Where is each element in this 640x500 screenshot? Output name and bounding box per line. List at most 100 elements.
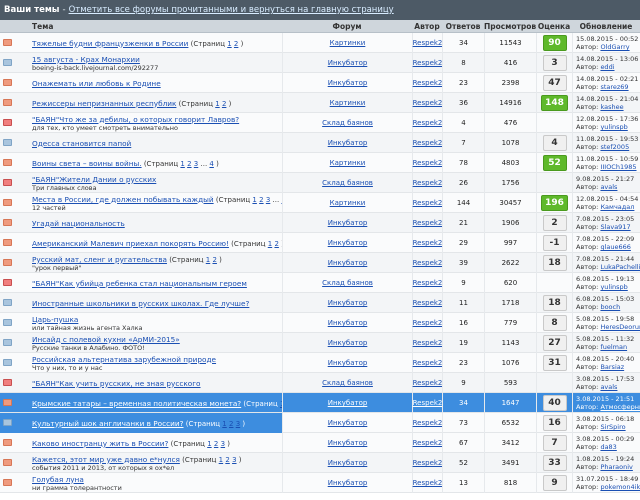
mark-all-read-link[interactable]: Отметить все форумы прочитанными и верну… xyxy=(69,5,394,15)
last-poster-link[interactable]: booch xyxy=(600,303,620,311)
author-link[interactable]: Respek2 xyxy=(413,259,443,267)
forum-link[interactable]: Картинки xyxy=(330,99,366,107)
last-poster-link[interactable]: Slava917 xyxy=(600,223,630,231)
author-link[interactable]: Respek2 xyxy=(413,139,443,147)
table-row[interactable]: Иностранные школьники в русских школах. … xyxy=(0,293,640,313)
table-row[interactable]: Режиссеры непризнанных республик (Страни… xyxy=(0,93,640,113)
page-link[interactable]: 3 xyxy=(221,440,225,448)
last-poster-link[interactable]: avals xyxy=(600,183,617,191)
page-link[interactable]: 1 xyxy=(219,456,223,464)
author-link[interactable]: Respek2 xyxy=(413,379,443,387)
author-link[interactable]: Respek2 xyxy=(413,279,443,287)
page-link[interactable]: 2 xyxy=(234,40,238,48)
last-poster-link[interactable]: starez69 xyxy=(600,83,628,91)
page-link[interactable]: 2 xyxy=(274,240,278,248)
topic-link[interactable]: 15 августа - Крах Монархии xyxy=(32,55,140,64)
last-poster-link[interactable]: Камчадал xyxy=(600,203,634,211)
forum-link[interactable]: Инкубатор xyxy=(328,479,368,487)
author-link[interactable]: Respek2 xyxy=(413,159,443,167)
topic-link[interactable]: "БАЯН"Как убийца ребенка стал национальн… xyxy=(32,279,247,288)
author-link[interactable]: Respek2 xyxy=(413,359,443,367)
page-link[interactable]: 2 xyxy=(212,256,216,264)
forum-link[interactable]: Склад баянов xyxy=(322,279,373,287)
last-poster-link[interactable]: Атмосферный xyxy=(600,403,640,411)
page-link[interactable]: 2 xyxy=(259,196,263,204)
author-link[interactable]: Respek2 xyxy=(413,459,443,467)
table-row[interactable]: Российская альтернатива зарубежной приро… xyxy=(0,353,640,373)
page-link[interactable]: 3 xyxy=(266,196,270,204)
page-link[interactable]: 3 xyxy=(194,160,198,168)
topic-link[interactable]: "БАЯН"Что же за дебилы, о которых говори… xyxy=(32,115,239,124)
page-link[interactable]: 1 xyxy=(180,160,184,168)
table-row[interactable]: 15 августа - Крах Монархии boeing-is-back… xyxy=(0,53,640,73)
topic-link[interactable]: Американский Малевич приехал покорять Ро… xyxy=(32,239,229,248)
last-poster-link[interactable]: yulinspb xyxy=(600,283,627,291)
author-link[interactable]: Respek2 xyxy=(413,479,443,487)
forum-link[interactable]: Инкубатор xyxy=(328,59,368,67)
page-link[interactable]: 4 xyxy=(209,160,213,168)
topic-link[interactable]: Режиссеры непризнанных республик xyxy=(32,99,176,108)
topic-link[interactable]: Места в России, где должен побывать кажд… xyxy=(32,195,214,204)
topic-link[interactable]: Кажется, этот мир уже давно е*нулся xyxy=(32,455,180,464)
topic-link[interactable]: Крымские татары – временная политическая… xyxy=(32,399,241,408)
page-link[interactable]: 1 xyxy=(268,240,272,248)
author-link[interactable]: Respek2 xyxy=(413,199,443,207)
topic-link[interactable]: Воины света – воины войны. xyxy=(32,159,142,168)
last-poster-link[interactable]: OldGarry xyxy=(600,43,629,51)
table-row[interactable]: Инсайд с полевой кухни «АрМИ-2015» Русски… xyxy=(0,333,640,353)
author-link[interactable]: Respek2 xyxy=(413,219,443,227)
topic-link[interactable]: "БАЯН"Как учить русских, не зная русског… xyxy=(32,379,201,388)
forum-link[interactable]: Картинки xyxy=(330,159,366,167)
author-link[interactable]: Respek2 xyxy=(413,399,443,407)
last-poster-link[interactable]: SirSpiro xyxy=(600,423,625,431)
author-link[interactable]: Respek2 xyxy=(413,439,443,447)
last-poster-link[interactable]: pokemon4ik xyxy=(600,483,640,491)
forum-link[interactable]: Инкубатор xyxy=(328,439,368,447)
page-link[interactable]: 1 xyxy=(222,420,226,428)
author-link[interactable]: Respek2 xyxy=(413,39,443,47)
last-poster-link[interactable]: yulinspb xyxy=(600,123,627,131)
topic-link[interactable]: Одесса становится папой xyxy=(32,139,131,148)
last-poster-link[interactable]: kashee xyxy=(600,103,623,111)
last-poster-link[interactable]: Barsiaz xyxy=(600,363,624,371)
forum-link[interactable]: Картинки xyxy=(330,39,366,47)
forum-link[interactable]: Инкубатор xyxy=(328,79,368,87)
topic-link[interactable]: Угадай национальность xyxy=(32,219,125,228)
table-row[interactable]: Русский мат, сленг и ругательства (Стран… xyxy=(0,253,640,273)
last-poster-link[interactable]: avals xyxy=(600,383,617,391)
table-row[interactable]: Крымские татары – временная политическая… xyxy=(0,393,640,413)
topic-link[interactable]: Российская альтернатива зарубежной приро… xyxy=(32,355,216,364)
author-link[interactable]: Respek2 xyxy=(413,419,443,427)
forum-link[interactable]: Инкубатор xyxy=(328,139,368,147)
table-row[interactable]: Онажемать или любовь к Родине Инкубатор Re… xyxy=(0,73,640,93)
topic-link[interactable]: Онажемать или любовь к Родине xyxy=(32,79,161,88)
topic-link[interactable]: Инсайд с полевой кухни «АрМИ-2015» xyxy=(32,335,180,344)
page-link[interactable]: 2 xyxy=(222,100,226,108)
forum-link[interactable]: Картинки xyxy=(330,199,366,207)
table-row[interactable]: Культурный шок англичанки в России? (Стр… xyxy=(0,413,640,433)
last-poster-link[interactable]: HeresDeorum xyxy=(600,323,640,331)
forum-link[interactable]: Инкубатор xyxy=(328,339,368,347)
topic-link[interactable]: Каково иностранцу жить в России? xyxy=(32,439,168,448)
forum-link[interactable]: Склад баянов xyxy=(322,379,373,387)
last-poster-link[interactable]: glaue666 xyxy=(600,243,630,251)
page-link[interactable]: 1 xyxy=(207,440,211,448)
header-author[interactable]: Автор xyxy=(412,22,442,31)
table-row[interactable]: Каково иностранцу жить в России? (Страни… xyxy=(0,433,640,453)
author-link[interactable]: Respek2 xyxy=(413,179,443,187)
author-link[interactable]: Respek2 xyxy=(413,99,443,107)
table-row[interactable]: Царь-пушка или тайная жизнь агента Халка И… xyxy=(0,313,640,333)
table-row[interactable]: Тяжелые будни французженки в России (Стр… xyxy=(0,33,640,53)
forum-link[interactable]: Инкубатор xyxy=(328,459,368,467)
page-link[interactable]: 1 xyxy=(215,100,219,108)
forum-link[interactable]: Склад баянов xyxy=(322,179,373,187)
table-row[interactable]: "БАЯН"Что же за дебилы, о которых говори… xyxy=(0,113,640,133)
author-link[interactable]: Respek2 xyxy=(413,79,443,87)
forum-link[interactable]: Инкубатор xyxy=(328,239,368,247)
topic-link[interactable]: Культурный шок англичанки в России? xyxy=(32,419,184,428)
forum-link[interactable]: Инкубатор xyxy=(328,399,368,407)
page-link[interactable]: 2 xyxy=(225,456,229,464)
page-link[interactable]: 2 xyxy=(187,160,191,168)
last-poster-link[interactable]: stef2005 xyxy=(600,143,629,151)
topic-link[interactable]: "БАЯН"Жители Дании о русских xyxy=(32,175,156,184)
